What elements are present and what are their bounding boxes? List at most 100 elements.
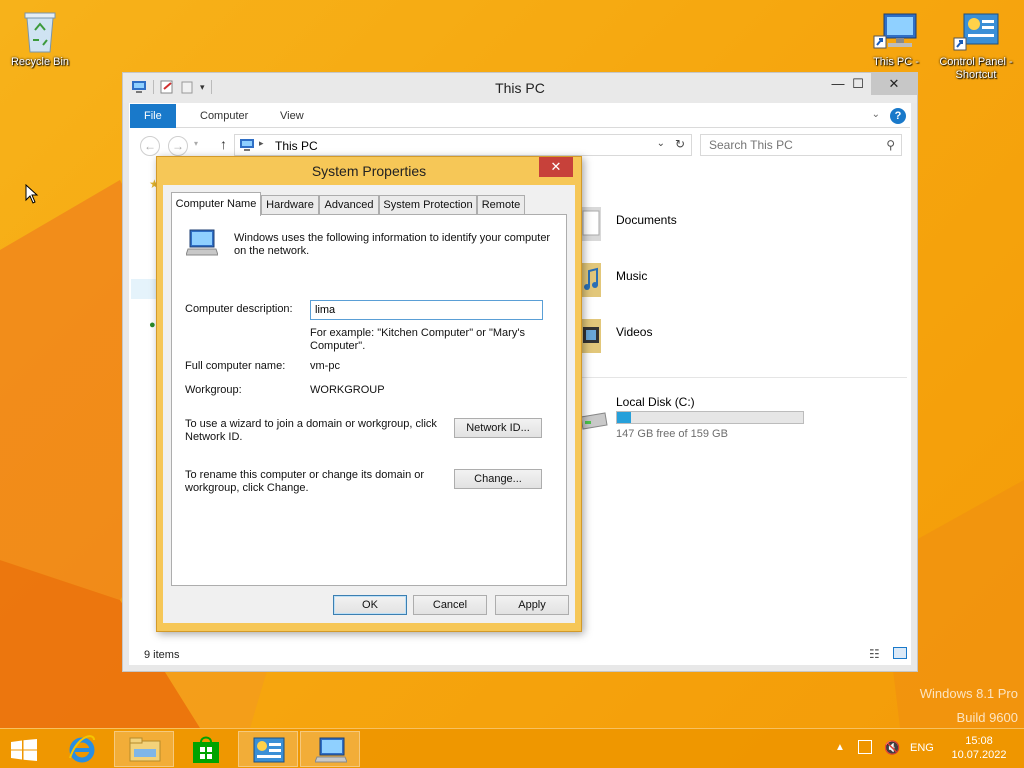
folder-label: Music [616, 269, 648, 283]
workgroup-value: WORKGROUP [310, 384, 385, 396]
description-label: Computer description: [185, 303, 293, 315]
drive-usage-bar [616, 411, 804, 424]
up-arrow-icon[interactable]: ↑ [220, 136, 227, 152]
computer-icon [315, 737, 347, 763]
computer-description-input[interactable] [310, 300, 543, 320]
file-explorer-icon [129, 737, 161, 762]
network-icon: ● [149, 319, 156, 331]
watermark-build: Build 9600 [956, 710, 1018, 725]
search-box[interactable]: ⚲ [700, 134, 902, 156]
address-text: This PC [275, 139, 318, 153]
recycle-bin-icon [24, 12, 56, 53]
help-icon[interactable]: ? [890, 108, 906, 124]
folder-documents[interactable]: Documents [579, 203, 677, 243]
search-input[interactable] [709, 136, 879, 154]
workgroup-label: Workgroup: [185, 384, 242, 396]
taskbar-store[interactable] [176, 731, 236, 767]
music-folder-icon [579, 263, 601, 297]
status-item-count: 9 items [144, 649, 180, 661]
computer-icon [873, 13, 917, 49]
dialog-body: Computer Name Hardware Advanced System P… [163, 185, 575, 623]
example-text: For example: "Kitchen Computer" or "Mary… [310, 327, 525, 352]
tab-hardware[interactable]: Hardware [261, 195, 319, 215]
folder-music[interactable]: Music [579, 259, 647, 299]
folder-label: Videos [616, 325, 653, 339]
cancel-button[interactable]: Cancel [413, 595, 487, 615]
address-bar[interactable]: ▸ This PC ⌄ ↻ [234, 134, 692, 156]
maximize-button[interactable]: ☐ [843, 73, 873, 95]
taskbar: ▲ 🔇 ENG 15:08 10.07.2022 [0, 728, 1024, 768]
dialog-title: System Properties [311, 163, 427, 179]
change-button[interactable]: Change... [454, 469, 542, 489]
ribbon-tabs: File Computer View ⌄ ? [130, 104, 910, 128]
dialog-close-button[interactable]: ✕ [539, 157, 573, 177]
control-panel-icon [253, 737, 285, 763]
desktop-icon-recycle-bin[interactable]: Recycle Bin [0, 8, 80, 69]
desktop-icon-control-panel[interactable]: Control Panel - Shortcut [936, 12, 1016, 82]
apply-button[interactable]: Apply [495, 595, 569, 615]
taskbar-internet-explorer[interactable] [52, 731, 112, 767]
expand-ribbon-icon[interactable]: ⌄ [872, 109, 880, 120]
tab-remote[interactable]: Remote [477, 195, 525, 215]
folder-label: Documents [616, 213, 677, 227]
change-text: To rename this computer or change its do… [185, 469, 425, 494]
large-icons-view-icon[interactable] [893, 647, 907, 659]
refresh-icon[interactable]: ↻ [675, 137, 685, 151]
folder-videos[interactable]: Videos [579, 315, 652, 355]
tab-advanced[interactable]: Advanced [319, 195, 379, 215]
computer-name-pane: Windows uses the following information t… [171, 214, 567, 586]
input-language[interactable]: ENG [910, 742, 934, 768]
full-name-label: Full computer name: [185, 360, 286, 372]
control-panel-icon [953, 13, 999, 51]
desktop-icon-label: Recycle Bin [10, 56, 70, 68]
clock-date: 10.07.2022 [951, 749, 1007, 761]
close-button[interactable]: ✕ [871, 73, 917, 95]
tab-file[interactable]: File [130, 104, 176, 128]
windows-logo-icon [11, 739, 37, 761]
intro-text: Windows uses the following information t… [234, 232, 551, 257]
tab-system-protection[interactable]: System Protection [379, 195, 477, 215]
explorer-title: This PC [495, 80, 545, 96]
address-dropdown-icon[interactable]: ⌄ [657, 138, 665, 149]
show-hidden-icons-icon[interactable]: ▲ [835, 742, 845, 768]
tab-computer[interactable]: Computer [186, 104, 262, 128]
explorer-title-bar[interactable]: ▾ This PC — ☐ ✕ [123, 73, 917, 103]
desktop-icon-this-pc[interactable]: This PC - [856, 12, 936, 69]
documents-folder-icon [579, 207, 601, 241]
network-id-button[interactable]: Network ID... [454, 418, 542, 438]
computer-icon [240, 139, 254, 151]
hard-drive-icon [580, 412, 608, 430]
full-name-value: vm-pc [310, 360, 340, 372]
drive-label: Local Disk (C:) [616, 395, 695, 409]
drive-free-space: 147 GB free of 159 GB [616, 428, 728, 440]
taskbar-clock[interactable]: 15:08 10.07.2022 [948, 734, 1010, 762]
drive-local-disk-c[interactable]: Local Disk (C:) 147 GB free of 159 GB [579, 393, 839, 443]
taskbar-file-explorer[interactable] [114, 731, 174, 767]
section-divider [579, 377, 907, 378]
search-icon: ⚲ [886, 138, 895, 152]
taskbar-control-panel[interactable] [238, 731, 298, 767]
system-properties-dialog: System Properties ✕ Computer Name Hardwa… [156, 156, 582, 632]
internet-explorer-icon [69, 735, 95, 763]
back-button[interactable]: ← [140, 136, 160, 156]
address-row: ← → ▾ ↑ ▸ This PC ⌄ ↻ ⚲ [130, 131, 910, 159]
mouse-cursor-icon [25, 184, 39, 204]
network-id-text: To use a wizard to join a domain or work… [185, 418, 437, 443]
clock-time: 15:08 [965, 735, 993, 747]
network-status-icon[interactable] [858, 740, 872, 754]
start-button[interactable] [0, 731, 50, 767]
details-view-icon[interactable]: ☷ [869, 647, 880, 661]
watermark-edition: Windows 8.1 Pro [919, 686, 1018, 701]
desktop-icon-label: Control Panel - Shortcut [939, 56, 1013, 81]
store-icon [193, 736, 219, 763]
taskbar-system-properties[interactable] [300, 731, 360, 767]
volume-muted-icon[interactable]: 🔇 [884, 740, 900, 768]
tab-computer-name[interactable]: Computer Name [171, 192, 261, 216]
ok-button[interactable]: OK [333, 595, 407, 615]
nav-computer-icon [131, 279, 157, 299]
forward-button[interactable]: → [168, 136, 188, 156]
recent-locations-icon[interactable]: ▾ [194, 139, 198, 148]
computer-icon [186, 229, 218, 256]
drive-usage-fill [617, 412, 631, 423]
tab-view[interactable]: View [266, 104, 318, 128]
